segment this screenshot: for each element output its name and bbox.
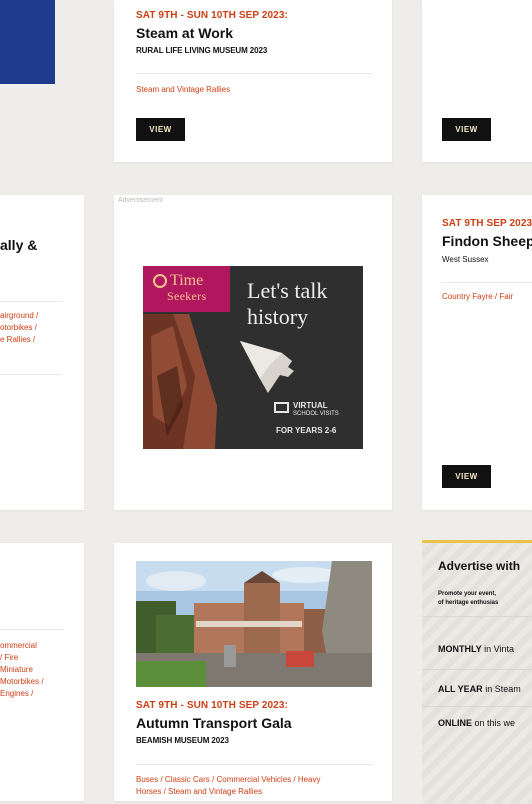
advertise-blurb-2: of heritage enthusias bbox=[438, 600, 499, 606]
event-card-autumn-transport-gala[interactable]: SAT 9TH - SUN 10TH SEP 2023: Autumn Tran… bbox=[114, 543, 392, 801]
advertise-divider bbox=[422, 706, 532, 707]
advertise-blurb-1: Promote your event, bbox=[438, 591, 497, 597]
event-venue: RURAL LIFE LIVING MUSEUM 2023 bbox=[136, 46, 268, 55]
event-title[interactable]: Steam at Work bbox=[136, 25, 376, 41]
advertisement-card: Advertisement Time Seekers Let's talk hi… bbox=[114, 195, 392, 510]
card-divider bbox=[0, 301, 62, 302]
advertise-option-online[interactable]: ONLINE on this we bbox=[438, 718, 515, 728]
category-link[interactable]: ommercial bbox=[0, 640, 44, 652]
category-link[interactable]: Country Fayre / Fair bbox=[442, 292, 513, 301]
advertise-divider bbox=[422, 616, 532, 617]
event-date: SAT 9TH SEP 2023 bbox=[442, 218, 532, 229]
card-divider bbox=[136, 73, 372, 74]
category-link[interactable]: e Rallies / bbox=[0, 334, 38, 346]
category-link[interactable]: Steam and Vintage Rallies bbox=[136, 85, 230, 94]
event-title-partial[interactable]: ally & bbox=[0, 237, 37, 253]
event-categories[interactable]: Country Fayre / Fair bbox=[442, 291, 513, 303]
ad-badge-school-visits: SCHOOL VISITS bbox=[293, 411, 339, 417]
category-link[interactable]: / Fire bbox=[0, 652, 44, 664]
ad-badge-virtual: VIRTUAL bbox=[293, 401, 328, 410]
option-label: MONTHLY bbox=[438, 644, 482, 654]
option-detail: in Vinta bbox=[481, 644, 515, 654]
option-label: ONLINE bbox=[438, 718, 473, 728]
category-link[interactable]: Engines / bbox=[0, 688, 44, 700]
category-links-line-1[interactable]: Buses / Classic Cars / Commercial Vehicl… bbox=[136, 774, 321, 786]
event-categories[interactable]: Buses / Classic Cars / Commercial Vehicl… bbox=[136, 774, 321, 798]
event-card-steam-at-work[interactable]: SAT 9TH - SUN 10TH SEP 2023: Steam at Wo… bbox=[114, 0, 392, 162]
event-listing-page: { "cards": { "steam": { "date": "SAT 9TH… bbox=[0, 0, 532, 804]
advertise-option-monthly[interactable]: MONTHLY in Vinta bbox=[438, 644, 514, 654]
advertise-panel[interactable]: Advertise with Promote your event, of he… bbox=[422, 540, 532, 804]
event-card-findon-sheep[interactable]: SAT 9TH SEP 2023 Findon Sheep West Susse… bbox=[422, 195, 532, 510]
card-divider bbox=[442, 282, 532, 283]
event-photo-beamish[interactable] bbox=[136, 561, 372, 687]
top-left-banner[interactable] bbox=[0, 0, 55, 84]
laptop-icon bbox=[274, 402, 289, 413]
event-card-left-middle[interactable]: ally & airground / otorbikes / e Rallies… bbox=[0, 195, 84, 510]
category-link[interactable]: airground / bbox=[0, 310, 38, 322]
option-detail: in Steam bbox=[482, 684, 521, 694]
event-categories[interactable]: airground / otorbikes / e Rallies / bbox=[0, 310, 38, 346]
category-link[interactable]: otorbikes / bbox=[0, 322, 38, 334]
event-title[interactable]: Autumn Transport Gala bbox=[136, 715, 386, 731]
card-divider bbox=[0, 374, 62, 375]
event-date: SAT 9TH - SUN 10TH SEP 2023: bbox=[136, 700, 288, 711]
event-title[interactable]: Findon Sheep bbox=[442, 233, 532, 249]
advertisement-label: Advertisement bbox=[118, 197, 163, 204]
advertise-title: Advertise with bbox=[438, 559, 521, 573]
card-divider bbox=[136, 764, 372, 765]
category-link[interactable]: Motorbikes / bbox=[0, 676, 44, 688]
option-label: ALL YEAR bbox=[438, 684, 483, 694]
card-divider bbox=[0, 629, 64, 630]
time-seekers-ad[interactable]: Time Seekers Let's talk history VIRTUAL … bbox=[143, 266, 363, 449]
advertise-option-all-year[interactable]: ALL YEAR in Steam bbox=[438, 684, 521, 694]
event-region: West Sussex bbox=[442, 255, 489, 264]
ad-badge-years: FOR YEARS 2-6 bbox=[276, 426, 337, 435]
view-button[interactable]: VIEW bbox=[136, 118, 185, 141]
event-categories[interactable]: ommercial / Fire Miniature Motorbikes / … bbox=[0, 640, 44, 700]
event-card-left-bottom[interactable]: ommercial / Fire Miniature Motorbikes / … bbox=[0, 543, 84, 801]
advertise-divider bbox=[422, 669, 532, 670]
event-categories[interactable]: Steam and Vintage Rallies bbox=[136, 84, 230, 96]
event-card-top-right[interactable]: VIEW bbox=[422, 0, 532, 162]
event-date: SAT 9TH - SUN 10TH SEP 2023: bbox=[136, 10, 288, 21]
category-links-line-2[interactable]: Horses / Steam and Vintage Rallies bbox=[136, 786, 321, 798]
arrowhead-icon bbox=[240, 341, 294, 393]
option-detail: on this we bbox=[472, 718, 516, 728]
view-button[interactable]: VIEW bbox=[442, 465, 491, 488]
category-link[interactable]: Miniature bbox=[0, 664, 44, 676]
event-venue: BEAMISH MUSEUM 2023 bbox=[136, 736, 229, 745]
view-button[interactable]: VIEW bbox=[442, 118, 491, 141]
